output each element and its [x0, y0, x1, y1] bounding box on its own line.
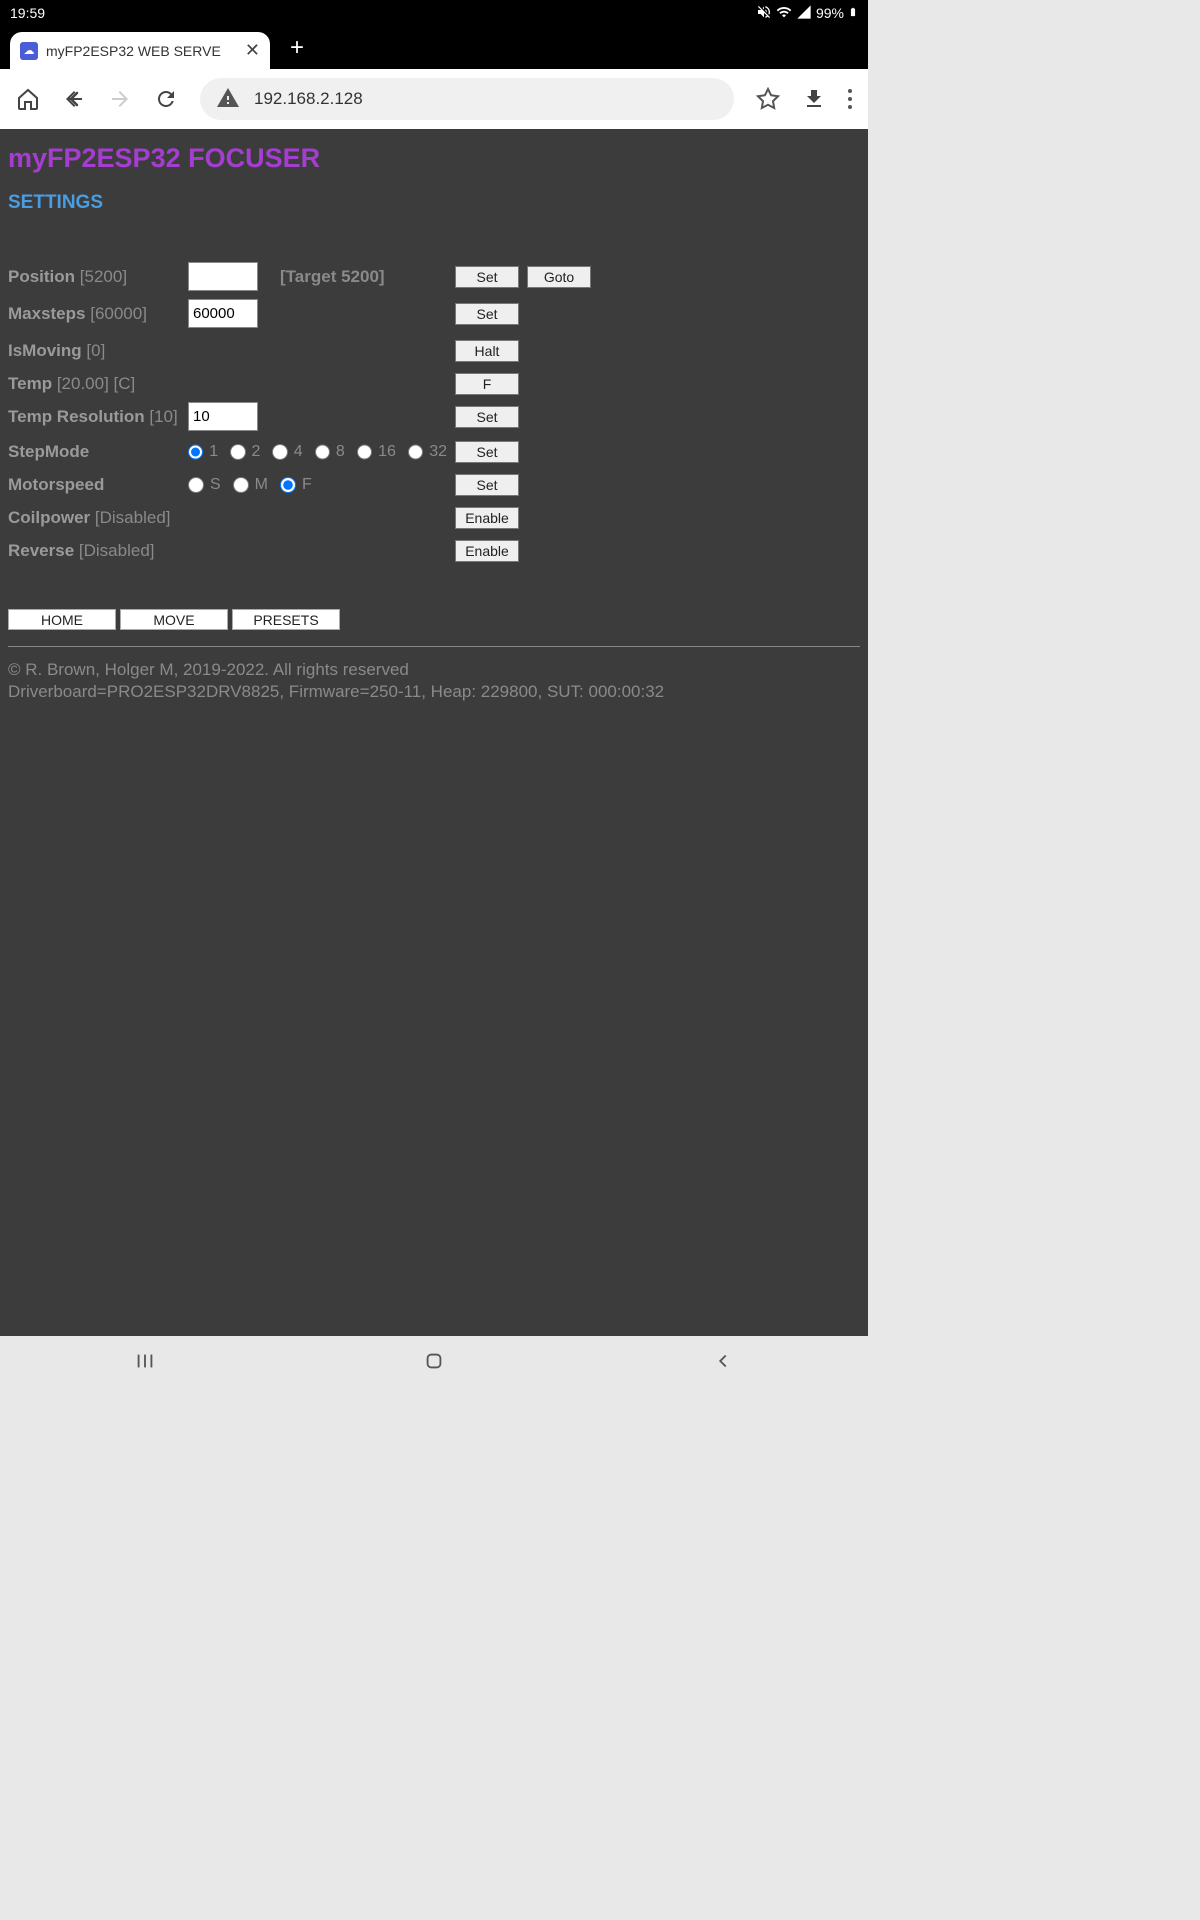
- radio-label-stepmode-4: 4: [294, 443, 303, 461]
- page-title: myFP2ESP32 FOCUSER: [8, 143, 860, 174]
- radio-stepmode-32[interactable]: [408, 444, 423, 460]
- page-subtitle: SETTINGS: [8, 192, 860, 214]
- label-stepmode: StepMode: [8, 442, 89, 461]
- battery-percent: 99%: [816, 5, 844, 21]
- set-stepmode-button[interactable]: Set: [455, 441, 519, 463]
- label-tempres: Temp Resolution: [8, 407, 145, 426]
- row-maxsteps: Maxsteps [60000] Set: [8, 297, 860, 330]
- mute-icon: [756, 4, 772, 23]
- move-button[interactable]: MOVE: [120, 609, 228, 630]
- radio-stepmode-2[interactable]: [230, 444, 245, 460]
- browser-tab-strip: ☁ myFP2ESP32 WEB SERVE ✕ +: [0, 26, 868, 69]
- browser-toolbar: 192.168.2.128: [0, 69, 868, 129]
- label-ismoving: IsMoving: [8, 341, 82, 360]
- value-maxsteps: [60000]: [90, 304, 147, 323]
- row-ismoving: IsMoving [0] Halt: [8, 334, 860, 367]
- row-motorspeed: Motorspeed S M F Set: [8, 468, 860, 501]
- recents-icon[interactable]: [134, 1350, 156, 1377]
- presets-button[interactable]: PRESETS: [232, 609, 340, 630]
- radio-motorspeed-s[interactable]: [188, 477, 204, 493]
- page-content: myFP2ESP32 FOCUSER SETTINGS Position [52…: [0, 129, 868, 1336]
- settings-table: Position [5200] [Target 5200] Set Goto M…: [8, 260, 860, 567]
- footer: © R. Brown, Holger M, 2019-2022. All rig…: [8, 659, 860, 703]
- radio-stepmode-16[interactable]: [357, 444, 372, 460]
- forward-icon: [108, 87, 132, 111]
- label-temp: Temp: [8, 374, 52, 393]
- tab-title: myFP2ESP32 WEB SERVE: [46, 43, 237, 59]
- goto-position-button[interactable]: Goto: [527, 266, 591, 288]
- radio-label-stepmode-2: 2: [252, 443, 261, 461]
- radio-label-stepmode-1: 1: [209, 443, 218, 461]
- url-bar[interactable]: 192.168.2.128: [200, 78, 734, 120]
- row-position: Position [5200] [Target 5200] Set Goto: [8, 260, 860, 293]
- status-right-icons: 99%: [756, 4, 858, 23]
- row-reverse: Reverse [Disabled] Enable: [8, 534, 860, 567]
- nav-buttons: HOME MOVE PRESETS: [8, 609, 860, 630]
- input-maxsteps[interactable]: [188, 299, 258, 328]
- row-stepmode: StepMode 1 2 4 8 16 32 Set: [8, 435, 860, 468]
- tab-favicon-icon: ☁: [20, 42, 38, 60]
- status-time: 19:59: [10, 5, 45, 21]
- signal-icon: [796, 4, 812, 23]
- radio-label-stepmode-16: 16: [378, 443, 396, 461]
- row-coilpower: Coilpower [Disabled] Enable: [8, 501, 860, 534]
- radio-label-motorspeed-m: M: [255, 476, 268, 494]
- row-temp: Temp [20.00] [C] F: [8, 367, 860, 400]
- new-tab-button[interactable]: +: [290, 34, 304, 68]
- android-nav-bar: [0, 1336, 868, 1390]
- value-position: [5200]: [80, 267, 127, 286]
- download-icon[interactable]: [802, 87, 826, 111]
- insecure-icon: [216, 86, 240, 113]
- target-position: [Target 5200]: [280, 267, 455, 287]
- label-coilpower: Coilpower: [8, 508, 90, 527]
- label-maxsteps: Maxsteps: [8, 304, 85, 323]
- radio-label-stepmode-8: 8: [336, 443, 345, 461]
- home-nav-icon[interactable]: [423, 1350, 445, 1377]
- radio-stepmode-8[interactable]: [315, 444, 330, 460]
- back-nav-icon[interactable]: [712, 1350, 734, 1377]
- url-text: 192.168.2.128: [254, 89, 363, 109]
- value-reverse: [Disabled]: [79, 541, 155, 560]
- temp-unit-button[interactable]: F: [455, 373, 519, 395]
- close-tab-icon[interactable]: ✕: [245, 40, 260, 61]
- bookmark-star-icon[interactable]: [756, 87, 780, 111]
- footer-copyright: © R. Brown, Holger M, 2019-2022. All rig…: [8, 659, 860, 681]
- browser-tab[interactable]: ☁ myFP2ESP32 WEB SERVE ✕: [10, 32, 270, 69]
- set-maxsteps-button[interactable]: Set: [455, 303, 519, 325]
- value-ismoving: [0]: [86, 341, 105, 360]
- enable-coilpower-button[interactable]: Enable: [455, 507, 519, 529]
- set-position-button[interactable]: Set: [455, 266, 519, 288]
- footer-info: Driverboard=PRO2ESP32DRV8825, Firmware=2…: [8, 681, 860, 703]
- enable-reverse-button[interactable]: Enable: [455, 540, 519, 562]
- divider: [8, 646, 860, 647]
- home-icon[interactable]: [16, 87, 40, 111]
- radio-motorspeed-m[interactable]: [233, 477, 249, 493]
- radio-label-motorspeed-s: S: [210, 476, 221, 494]
- radio-stepmode-1[interactable]: [188, 444, 203, 460]
- radio-motorspeed-f[interactable]: [280, 477, 296, 493]
- label-position: Position: [8, 267, 75, 286]
- wifi-icon: [776, 4, 792, 23]
- battery-icon: [848, 4, 858, 23]
- menu-icon[interactable]: [848, 89, 852, 109]
- radio-label-motorspeed-f: F: [302, 476, 312, 494]
- android-status-bar: 19:59 99%: [0, 0, 868, 26]
- back-icon[interactable]: [62, 87, 86, 111]
- value-temp: [20.00] [C]: [57, 374, 135, 393]
- halt-button[interactable]: Halt: [455, 340, 519, 362]
- value-coilpower: [Disabled]: [95, 508, 171, 527]
- reload-icon[interactable]: [154, 87, 178, 111]
- radio-label-stepmode-32: 32: [429, 443, 447, 461]
- set-motorspeed-button[interactable]: Set: [455, 474, 519, 496]
- label-motorspeed: Motorspeed: [8, 475, 104, 494]
- row-tempres: Temp Resolution [10] Set: [8, 400, 860, 433]
- set-tempres-button[interactable]: Set: [455, 406, 519, 428]
- input-position[interactable]: [188, 262, 258, 291]
- input-tempres[interactable]: [188, 402, 258, 431]
- home-button[interactable]: HOME: [8, 609, 116, 630]
- value-tempres: [10]: [149, 407, 177, 426]
- label-reverse: Reverse: [8, 541, 74, 560]
- radio-stepmode-4[interactable]: [272, 444, 287, 460]
